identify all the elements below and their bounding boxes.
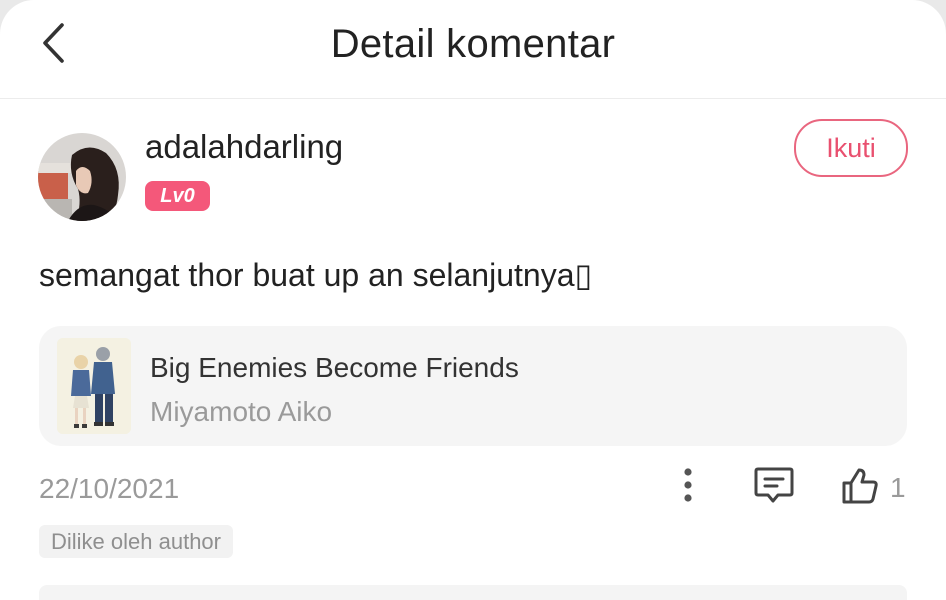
username[interactable]: adalahdarling — [145, 128, 343, 166]
comment-detail-sheet: Detail komentar adalahdarling Lv0 Ikuti … — [0, 0, 946, 600]
level-badge: Lv0 — [145, 181, 210, 211]
book-title: Big Enemies Become Friends — [150, 352, 519, 383]
more-options-button[interactable] — [668, 466, 708, 508]
like-count: 1 — [890, 472, 906, 503]
comment-icon — [753, 465, 795, 510]
avatar[interactable] — [38, 133, 126, 221]
reply-button[interactable] — [752, 466, 796, 508]
book-cover-image — [57, 338, 131, 434]
thumbs-up-icon — [840, 466, 880, 511]
page-title: Detail komentar — [330, 22, 616, 66]
book-author: Miyamoto Aiko — [150, 396, 333, 427]
screen: Detail komentar adalahdarling Lv0 Ikuti … — [0, 0, 946, 600]
section-divider — [39, 585, 907, 600]
follow-button[interactable]: Ikuti — [794, 119, 908, 177]
book-card[interactable]: Big Enemies Become Friends Miyamoto Aiko — [39, 326, 907, 446]
comment-date: 22/10/2021 — [39, 473, 180, 504]
more-vertical-icon — [682, 467, 694, 508]
header: Detail komentar — [0, 0, 946, 99]
author-like-badge: Dilike oleh author — [39, 525, 233, 558]
comment-text: semangat thor buat up an selanjutnya▯ — [39, 257, 593, 293]
like-button[interactable]: 1 — [840, 466, 906, 510]
